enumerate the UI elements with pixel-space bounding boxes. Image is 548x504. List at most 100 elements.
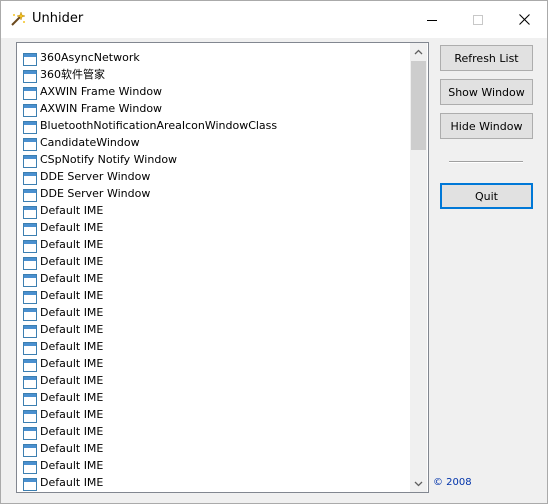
list-item-label: Default IME: [40, 323, 104, 336]
window-icon: [23, 136, 37, 151]
list-item-label: Default IME: [40, 221, 104, 234]
copyright-text: © 2008: [433, 477, 472, 488]
window-icon: [23, 238, 37, 253]
list-item[interactable]: AXWIN Frame Window: [17, 100, 410, 117]
window-icon: [23, 221, 37, 236]
list-item[interactable]: Default IME: [17, 202, 410, 219]
list-item[interactable]: Default IME: [17, 474, 410, 491]
list-item-label: Default IME: [40, 357, 104, 370]
window-icon: [23, 170, 37, 185]
list-item-label: Default IME: [40, 204, 104, 217]
window-icon: [23, 323, 37, 338]
window-icon: [23, 425, 37, 440]
magic-wand-icon: [10, 11, 26, 27]
list-item[interactable]: Default IME: [17, 270, 410, 287]
list-item[interactable]: Default IME: [17, 219, 410, 236]
minimize-button[interactable]: [409, 1, 455, 38]
window-icon: [23, 51, 37, 66]
window-icon: [23, 306, 37, 321]
window-icon: [23, 408, 37, 423]
list-item[interactable]: Default IME: [17, 253, 410, 270]
window-icon: [23, 255, 37, 270]
list-item-label: Default IME: [40, 442, 104, 455]
list-item-label: Default IME: [40, 306, 104, 319]
show-window-button[interactable]: Show Window: [440, 79, 533, 105]
list-item[interactable]: Default IME: [17, 236, 410, 253]
maximize-icon: [473, 14, 483, 25]
window-icon: [23, 442, 37, 457]
window-icon: [23, 102, 37, 117]
window-list[interactable]: 360AsyncNetwork 360软件管家 AXWIN Frame Window…: [16, 42, 429, 493]
list-item-label: DDE Server Window: [40, 187, 151, 200]
list-item-label: CandidateWindow: [40, 136, 140, 149]
list-item[interactable]: Default IME: [17, 338, 410, 355]
window-icon: [23, 68, 37, 83]
list-item[interactable]: Default IME: [17, 457, 410, 474]
hide-window-button[interactable]: Hide Window: [440, 113, 533, 139]
list-item-label: Default IME: [40, 289, 104, 302]
quit-button[interactable]: Quit: [440, 183, 533, 209]
list-item[interactable]: Default IME: [17, 389, 410, 406]
list-item-label: Default IME: [40, 408, 104, 421]
list-item[interactable]: Default IME: [17, 440, 410, 457]
client-area: 360AsyncNetwork 360软件管家 AXWIN Frame Window…: [1, 38, 547, 503]
list-item-label: Default IME: [40, 238, 104, 251]
window-icon: [23, 289, 37, 304]
list-item[interactable]: DDE Server Window: [17, 168, 410, 185]
chevron-down-icon: [414, 481, 423, 486]
window-icon: [23, 391, 37, 406]
close-icon: [518, 14, 530, 25]
list-item[interactable]: 360软件管家: [17, 66, 410, 83]
separator: [449, 161, 523, 163]
window-icon: [23, 340, 37, 355]
list-item[interactable]: CandidateWindow: [17, 134, 410, 151]
title-bar[interactable]: Unhider: [1, 1, 547, 38]
window-icon: [23, 85, 37, 100]
window-icon: [23, 119, 37, 134]
maximize-button[interactable]: [455, 1, 501, 38]
refresh-list-button[interactable]: Refresh List: [440, 45, 533, 71]
list-item-label: Default IME: [40, 272, 104, 285]
window-icon: [23, 153, 37, 168]
list-item[interactable]: 360AsyncNetwork: [17, 49, 410, 66]
list-item-label: 360AsyncNetwork: [40, 51, 140, 64]
list-item-label: DDE Server Window: [40, 170, 151, 183]
list-item-label: Default IME: [40, 425, 104, 438]
scroll-down-button[interactable]: [410, 475, 427, 492]
list-item-label: Default IME: [40, 255, 104, 268]
list-item-label: Default IME: [40, 391, 104, 404]
list-item[interactable]: CSpNotify Notify Window: [17, 151, 410, 168]
list-item-label: AXWIN Frame Window: [40, 102, 163, 115]
list-item[interactable]: Default IME: [17, 372, 410, 389]
window-icon: [23, 374, 37, 389]
list-item-label: CSpNotify Notify Window: [40, 153, 178, 166]
list-item[interactable]: AXWIN Frame Window: [17, 83, 410, 100]
list-item[interactable]: Default IME: [17, 287, 410, 304]
list-item-label: Default IME: [40, 374, 104, 387]
window-icon: [23, 357, 37, 372]
vertical-scrollbar[interactable]: [410, 43, 427, 492]
list-item[interactable]: BluetoothNotificationAreaIconWindowClass: [17, 117, 410, 134]
list-item[interactable]: Default IME: [17, 423, 410, 440]
chevron-up-icon: [414, 49, 423, 54]
list-item-label: BluetoothNotificationAreaIconWindowClass: [40, 119, 278, 132]
list-item[interactable]: Default IME: [17, 304, 410, 321]
unhider-window: Unhider 360AsyncNetwork 360软件管家 AXWIN Fram…: [0, 0, 548, 504]
list-item[interactable]: DDE Server Window: [17, 185, 410, 202]
window-icon: [23, 476, 37, 491]
scroll-up-button[interactable]: [410, 43, 427, 60]
list-item[interactable]: Default IME: [17, 321, 410, 338]
list-item[interactable]: Default IME: [17, 355, 410, 372]
window-title: Unhider: [32, 11, 84, 26]
list-item[interactable]: Default IME: [17, 406, 410, 423]
minimize-icon: [427, 19, 437, 21]
window-icon: [23, 272, 37, 287]
list-item-label: Default IME: [40, 459, 104, 472]
list-item-label: Default IME: [40, 340, 104, 353]
window-icon: [23, 204, 37, 219]
list-item-label: 360软件管家: [40, 68, 105, 81]
window-icon: [23, 459, 37, 474]
scroll-thumb[interactable]: [411, 61, 426, 150]
window-icon: [23, 187, 37, 202]
close-button[interactable]: [501, 1, 547, 38]
